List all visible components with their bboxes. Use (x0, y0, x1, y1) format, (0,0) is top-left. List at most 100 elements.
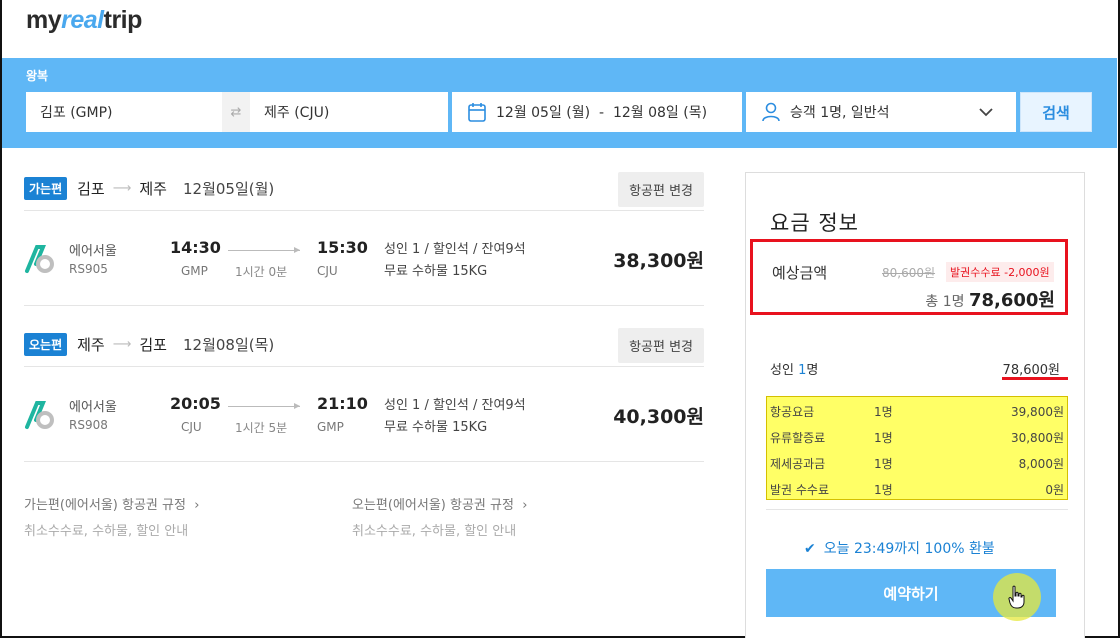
person-icon (762, 102, 780, 122)
adult-label: 성인 (770, 363, 794, 378)
refund-notice-text: 오늘 23:49까지 100% 환불 (823, 541, 995, 557)
arrival-airport: CJU (317, 264, 338, 278)
breakdown-name: 항공요금 (770, 405, 815, 419)
seat-info: 성인 1 / 할인석 / 잔여9석 (384, 242, 526, 257)
adult-amount: 78,600원 (1002, 363, 1060, 378)
search-button[interactable]: 검색 (1020, 92, 1092, 132)
divider (24, 366, 704, 367)
flight-search-bar: 왕복 김포 (GMP) ⇄ 제주 (CJU) 12월 05일 (월) - 12월… (2, 58, 1117, 148)
breakdown-amount: 30,800원 (1010, 431, 1064, 445)
flight-duration: 1시간 5분 (235, 421, 288, 435)
airline-name: 에어서울 (69, 400, 117, 415)
adult-fare-row: 성인 1명 78,600원 (770, 359, 1060, 378)
breakdown-count: 1명 (874, 405, 893, 419)
logo-text-real: real (61, 6, 104, 34)
discount-badge: 발권수수료 -2,000원 (946, 262, 1054, 282)
outbound-date: 12월05일(월) (182, 179, 275, 198)
route-field: 김포 (GMP) ⇄ 제주 (CJU) (26, 92, 448, 132)
return-tag: 오는편 (24, 332, 68, 356)
calendar-icon (468, 103, 486, 122)
departure-airport: CJU (181, 420, 202, 434)
route-arrow-icon: ⟶ (112, 336, 132, 352)
route-arrow-icon: ⟶ (112, 180, 132, 196)
origin-input[interactable]: 김포 (GMP) (26, 102, 222, 122)
fare-breakdown: 항공요금 1명 39,800원 유류할증료 1명 30,800원 제세공과금 1… (766, 396, 1068, 500)
departure-time: 20:05 (170, 394, 221, 413)
myrealtrip-logo[interactable]: myrealtrip (26, 6, 142, 35)
estimate-label: 예상금액 (772, 264, 828, 282)
air-seoul-logo-icon (25, 401, 54, 429)
outbound-from: 김포 (77, 179, 105, 198)
breakdown-name: 유류할증료 (770, 431, 826, 445)
breakdown-row: 항공요금 1명 39,800원 (770, 397, 1064, 423)
air-seoul-logo-icon (25, 245, 54, 273)
date-range-field[interactable]: 12월 05일 (월) - 12월 08일 (목) (452, 92, 742, 132)
return-date: 12월08일(목) (182, 335, 275, 354)
airline-name: 에어서울 (69, 244, 117, 259)
breakdown-row: 유류할증료 1명 30,800원 (770, 423, 1064, 449)
return-flight-row: 에어서울 RS908 20:05 CJU 1시간 5분 21:10 GMP 성인… (24, 386, 704, 446)
return-price: 40,300원 (613, 406, 704, 428)
total-prefix: 총 1명 (925, 294, 965, 310)
logo-text-trip: trip (103, 6, 143, 34)
outbound-fare-rules-link[interactable]: 가는편(에어서울) 항공권 규정 › (24, 494, 199, 513)
outbound-tag: 가는편 (24, 176, 68, 200)
refund-notice: ✔ 오늘 23:49까지 100% 환불 (804, 538, 995, 558)
return-fare-rules-link[interactable]: 오는편(에어서울) 항공권 규정 › (352, 494, 527, 513)
divider (24, 305, 704, 306)
chevron-down-icon (979, 108, 993, 117)
seat-info: 성인 1 / 할인석 / 잔여9석 (384, 398, 526, 413)
destination-input[interactable]: 제주 (CJU) (250, 102, 329, 122)
flight-number: RS905 (69, 262, 108, 276)
divider (24, 210, 704, 211)
breakdown-amount: 0원 (1045, 483, 1064, 497)
annotation-underline (1002, 377, 1068, 380)
passenger-select[interactable]: 승객 1명, 일반석 (746, 92, 1016, 132)
return-fare-rules-sub: 취소수수료, 수하물, 할인 안내 (352, 524, 517, 539)
passenger-text: 승객 1명, 일반석 (790, 105, 890, 121)
outbound-fare-rules-sub: 취소수수료, 수하물, 할인 안내 (24, 524, 189, 539)
flight-path-arrow (228, 247, 300, 253)
change-outbound-flight-button[interactable]: 항공편 변경 (618, 172, 704, 207)
hand-cursor-icon (1008, 585, 1025, 609)
fare-panel-title: 요금 정보 (770, 211, 859, 235)
check-icon: ✔ (804, 541, 816, 557)
flight-path-arrow (228, 403, 300, 409)
divider (766, 509, 1068, 510)
outbound-price: 38,300원 (613, 250, 704, 272)
baggage-info: 무료 수하물 15KG (384, 420, 488, 435)
divider (24, 461, 704, 462)
breakdown-count: 1명 (874, 457, 893, 471)
breakdown-row: 발권 수수료 1명 0원 (770, 475, 1064, 501)
return-from: 제주 (77, 335, 105, 354)
departure-airport: GMP (181, 264, 208, 278)
breakdown-count: 1명 (874, 431, 893, 445)
departure-time: 14:30 (170, 238, 221, 257)
total-price: 총 1명 78,600원 (925, 286, 1055, 312)
return-to: 김포 (139, 335, 167, 354)
arrival-time: 15:30 (317, 238, 368, 257)
estimated-price-box: 예상금액 80,600원 발권수수료 -2,000원 총 1명 78,600원 (750, 239, 1068, 315)
breakdown-name: 발권 수수료 (770, 483, 830, 497)
fare-info-panel: 요금 정보 예상금액 80,600원 발권수수료 -2,000원 총 1명 78… (745, 172, 1085, 638)
breakdown-amount: 39,800원 (1010, 405, 1064, 419)
breakdown-row: 제세공과금 1명 8,000원 (770, 449, 1064, 475)
date-range-text: 12월 05일 (월) - 12월 08일 (목) (496, 105, 708, 121)
flight-number: RS908 (69, 418, 108, 432)
trip-type-label[interactable]: 왕복 (26, 67, 48, 84)
change-return-flight-button[interactable]: 항공편 변경 (618, 328, 704, 363)
breakdown-count: 1명 (874, 483, 893, 497)
flight-duration: 1시간 0분 (235, 265, 288, 279)
adult-unit: 명 (806, 363, 819, 378)
return-header: 오는편 제주 ⟶ 김포 12월08일(목) 항공편 변경 (24, 326, 704, 363)
baggage-info: 무료 수하물 15KG (384, 264, 488, 279)
logo-text-my: my (26, 6, 62, 34)
original-price: 80,600원 (882, 266, 936, 280)
arrival-time: 21:10 (317, 394, 368, 413)
outbound-flight-row: 에어서울 RS905 14:30 GMP 1시간 0분 15:30 CJU 성인… (24, 230, 704, 290)
breakdown-name: 제세공과금 (770, 457, 826, 471)
swap-route-icon[interactable]: ⇄ (222, 92, 250, 132)
total-amount: 78,600원 (968, 290, 1055, 311)
outbound-header: 가는편 김포 ⟶ 제주 12월05일(월) 항공편 변경 (24, 170, 704, 207)
outbound-to: 제주 (139, 179, 167, 198)
